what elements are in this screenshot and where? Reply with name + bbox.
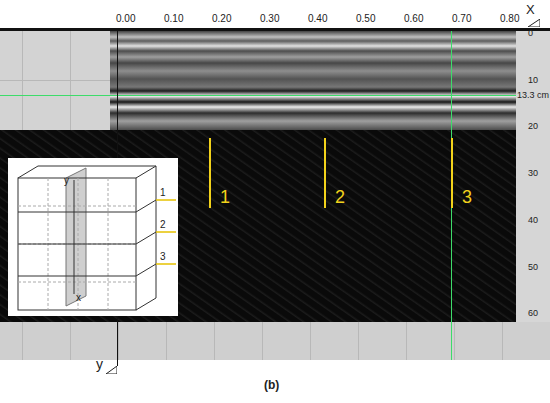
marker-label: 1 bbox=[220, 187, 230, 207]
y-tick: 10 bbox=[528, 75, 538, 86]
marker-label: 2 bbox=[335, 187, 345, 207]
x-tick: 0.70 bbox=[452, 13, 471, 25]
grid-line bbox=[454, 322, 455, 360]
x-tick: 0.10 bbox=[164, 13, 183, 25]
y-tick: 20 bbox=[528, 121, 538, 132]
grid-line bbox=[502, 322, 503, 360]
x-tick: 0.00 bbox=[116, 13, 135, 25]
x-tick: 0.20 bbox=[212, 13, 231, 25]
x-tick: 0.40 bbox=[308, 13, 327, 25]
grid-line bbox=[22, 322, 23, 360]
grid-line bbox=[118, 322, 119, 360]
inset-diagram: 1 2 3 y x bbox=[8, 158, 178, 316]
y-axis-label: y bbox=[96, 358, 103, 370]
marker-label: 3 bbox=[462, 187, 472, 207]
box-diagram bbox=[8, 158, 178, 316]
y-tick: 60 bbox=[528, 308, 538, 319]
x-tick: 0.80 bbox=[500, 13, 519, 25]
y-tick: 50 bbox=[528, 262, 538, 273]
slice-label: 1 bbox=[160, 187, 166, 198]
top-black-bar bbox=[0, 28, 550, 31]
y-tick: 40 bbox=[528, 215, 538, 226]
marker-line bbox=[209, 138, 211, 208]
grid-line bbox=[262, 322, 263, 360]
x-tick: 0.60 bbox=[404, 13, 423, 25]
slice-label: 3 bbox=[160, 251, 166, 262]
green-horizontal-line bbox=[0, 95, 516, 96]
y-tick: 30 bbox=[528, 168, 538, 179]
grid-line bbox=[358, 322, 359, 360]
radargram-upper bbox=[110, 31, 516, 130]
marker-line bbox=[451, 138, 453, 208]
grid-line bbox=[0, 80, 110, 81]
bottom-gray-band bbox=[0, 322, 550, 360]
slice-label: 2 bbox=[160, 219, 166, 230]
axis-arrow-icon bbox=[528, 19, 540, 27]
figure-caption: (b) bbox=[264, 379, 279, 391]
grid-line bbox=[166, 322, 167, 360]
inset-x-label: x bbox=[76, 292, 81, 303]
x-tick: 0.30 bbox=[260, 13, 279, 25]
depth-marker-label: 13.3 cm bbox=[517, 90, 549, 101]
grid-line bbox=[310, 322, 311, 360]
radargram-figure: 0.00 0.10 0.20 0.30 0.40 0.50 0.60 0.70 0.80 X 0 10… bbox=[0, 0, 550, 403]
y-tick: 0 bbox=[528, 28, 533, 39]
inset-y-label: y bbox=[64, 175, 69, 186]
marker-line bbox=[324, 138, 326, 208]
grid-line bbox=[214, 322, 215, 360]
grid-line bbox=[70, 322, 71, 360]
x-tick: 0.50 bbox=[356, 13, 375, 25]
x-axis-label: X bbox=[526, 4, 535, 16]
axis-arrow-icon bbox=[106, 366, 117, 374]
grid-line bbox=[406, 322, 407, 360]
